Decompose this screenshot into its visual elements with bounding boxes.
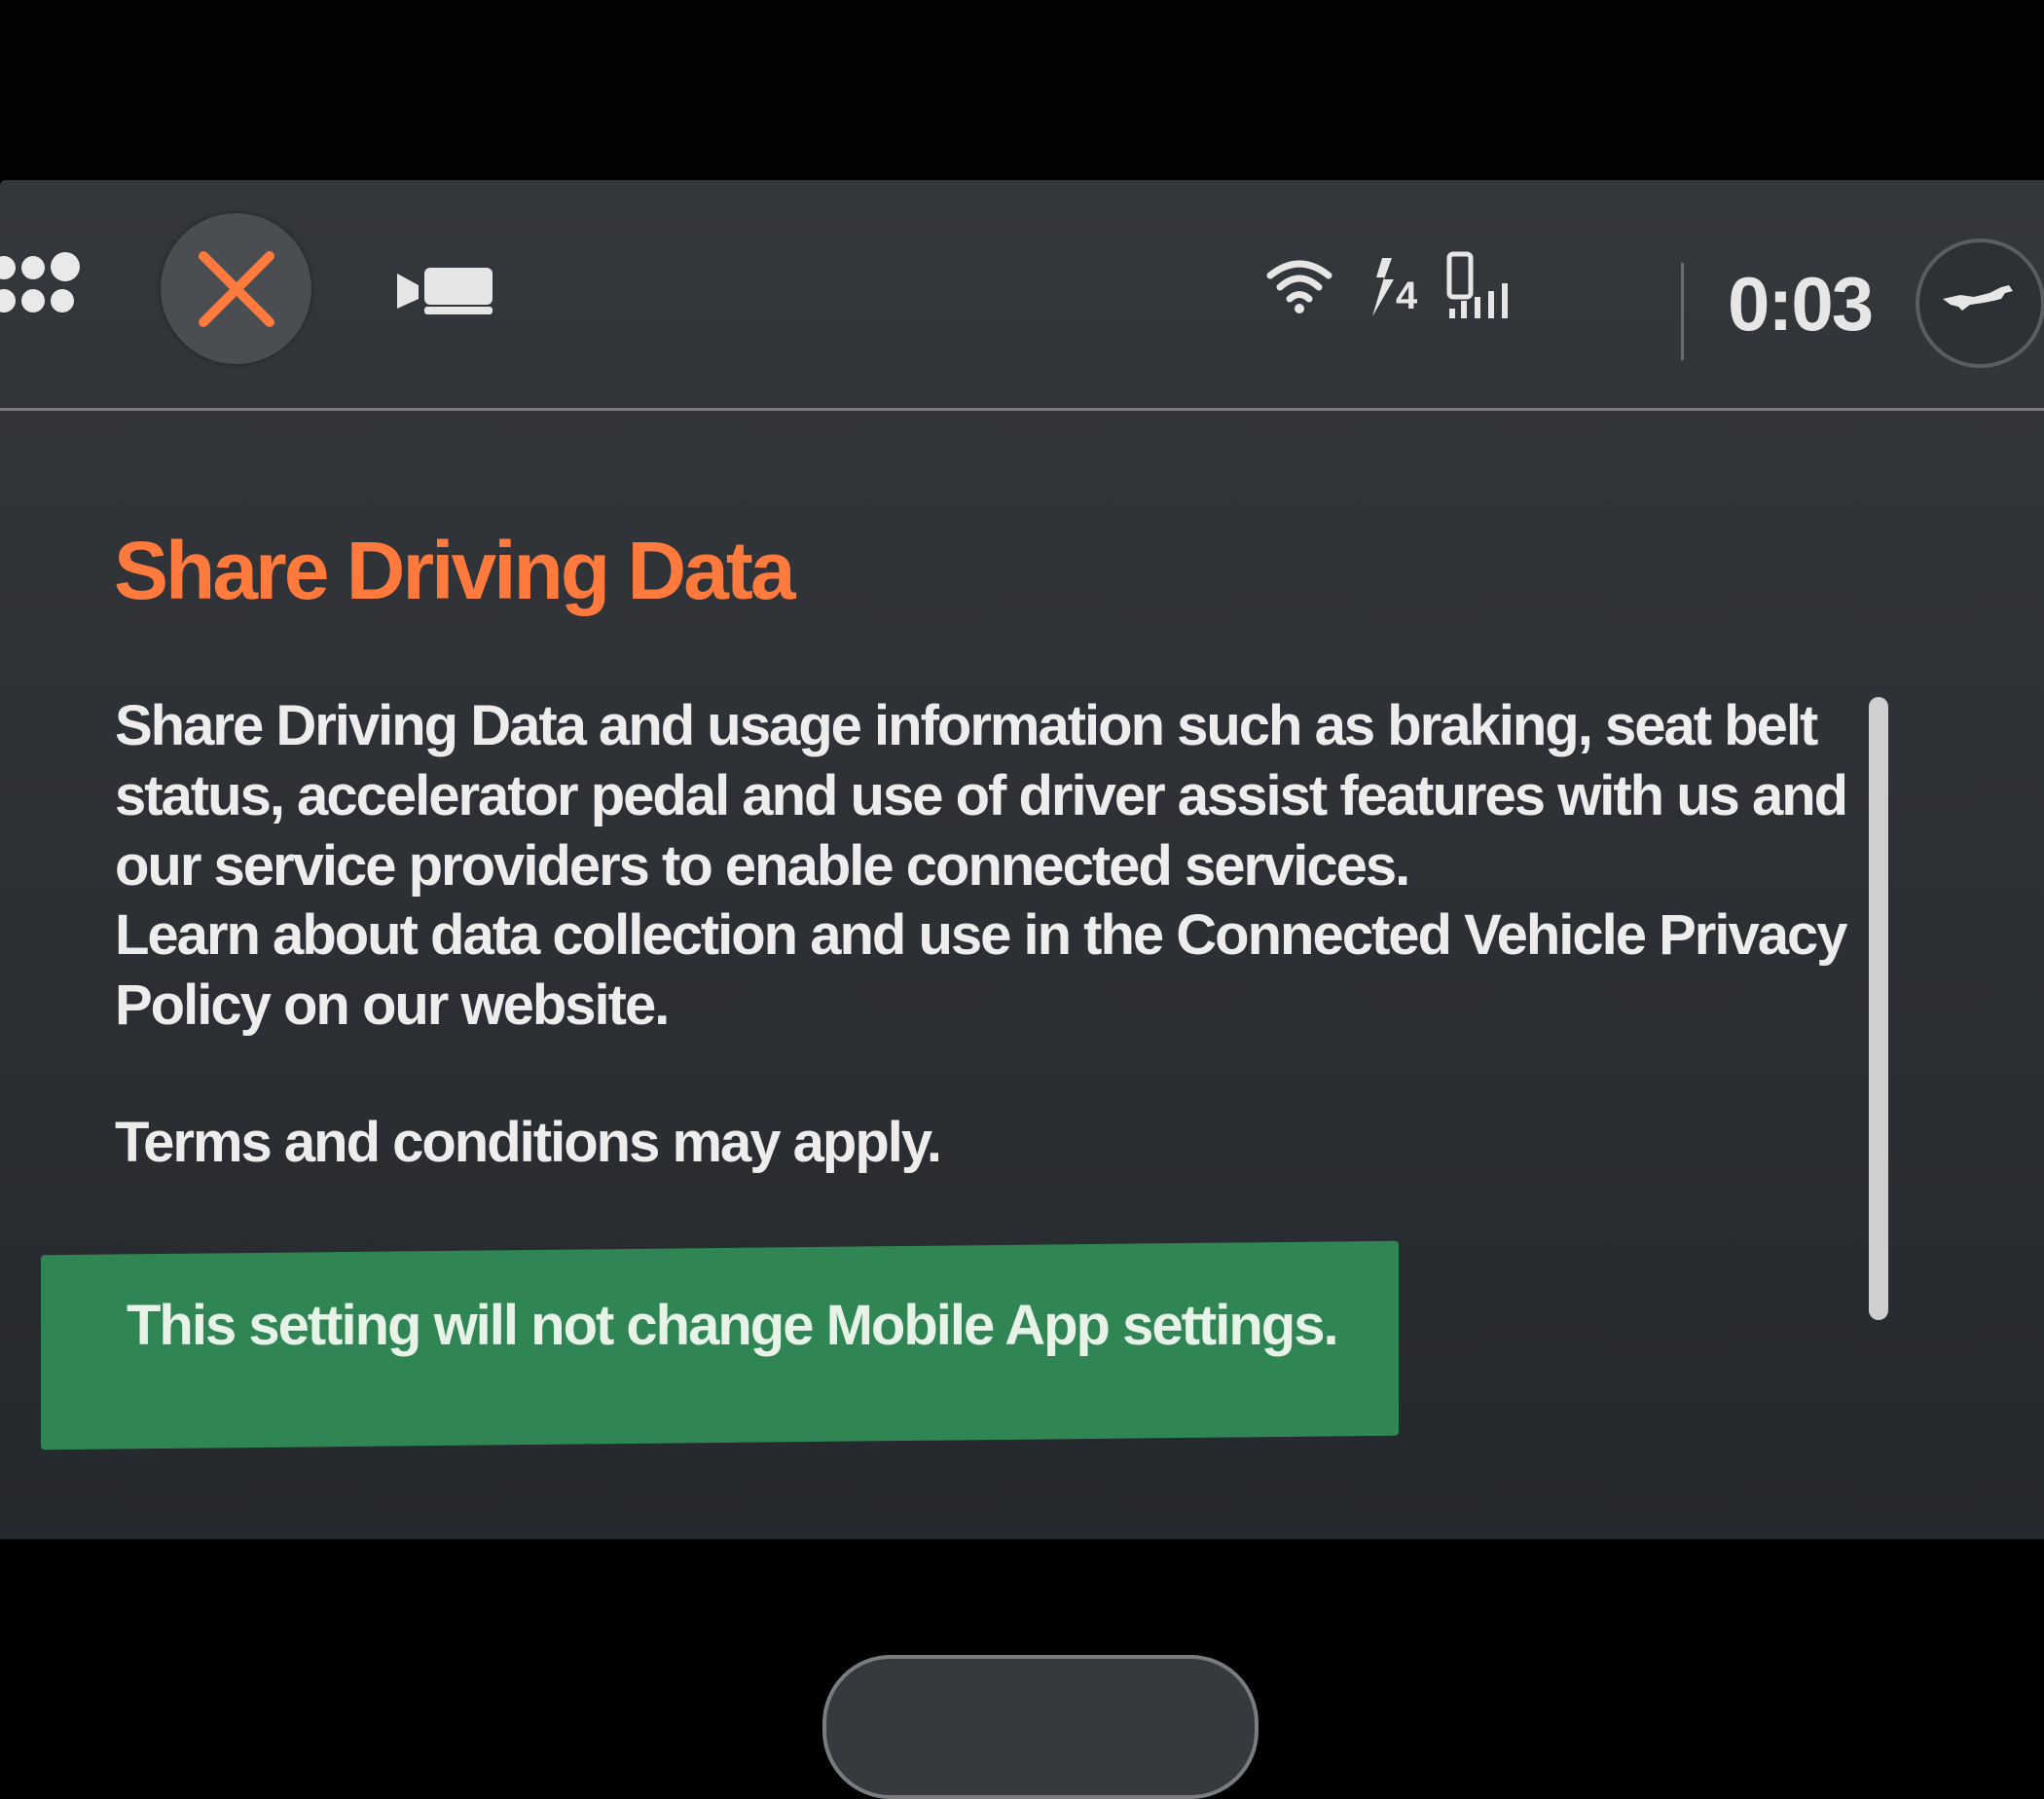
mobile-app-note: This setting will not change Mobile App … [127,1294,1339,1357]
close-icon [199,251,274,327]
close-button[interactable] [161,213,311,364]
page-title: Share Driving Data [114,525,796,616]
wifi-icon [1266,260,1332,313]
top-bar: 4 0:03 [0,180,2044,409]
clock: 0:03 [1728,261,1874,347]
phone-signal-icon [1446,251,1508,318]
dialog-content: Share Driving Data Share Driving Data an… [0,409,2044,1799]
svg-text:4: 4 [1396,275,1418,317]
toggle-button[interactable] [822,1655,1259,1799]
apps-grid-icon[interactable] [0,252,80,324]
camera-icon[interactable] [397,266,494,316]
terms-paragraph: Terms and conditions may apply. [115,1111,942,1174]
mustang-logo-icon [1943,285,2013,311]
background-top [0,0,2044,190]
description-paragraph: Share Driving Data and usage information… [115,694,1848,898]
lte-icon: 4 [1363,248,1431,331]
status-divider [1681,263,1684,360]
infotainment-screen: 4 0:03 Share Driving Data Share Driving … [0,180,2044,1799]
scrollbar[interactable] [1869,697,1888,1320]
profile-button[interactable] [1916,239,2044,368]
privacy-policy-paragraph: Learn about data collection and use in t… [115,903,1848,1037]
